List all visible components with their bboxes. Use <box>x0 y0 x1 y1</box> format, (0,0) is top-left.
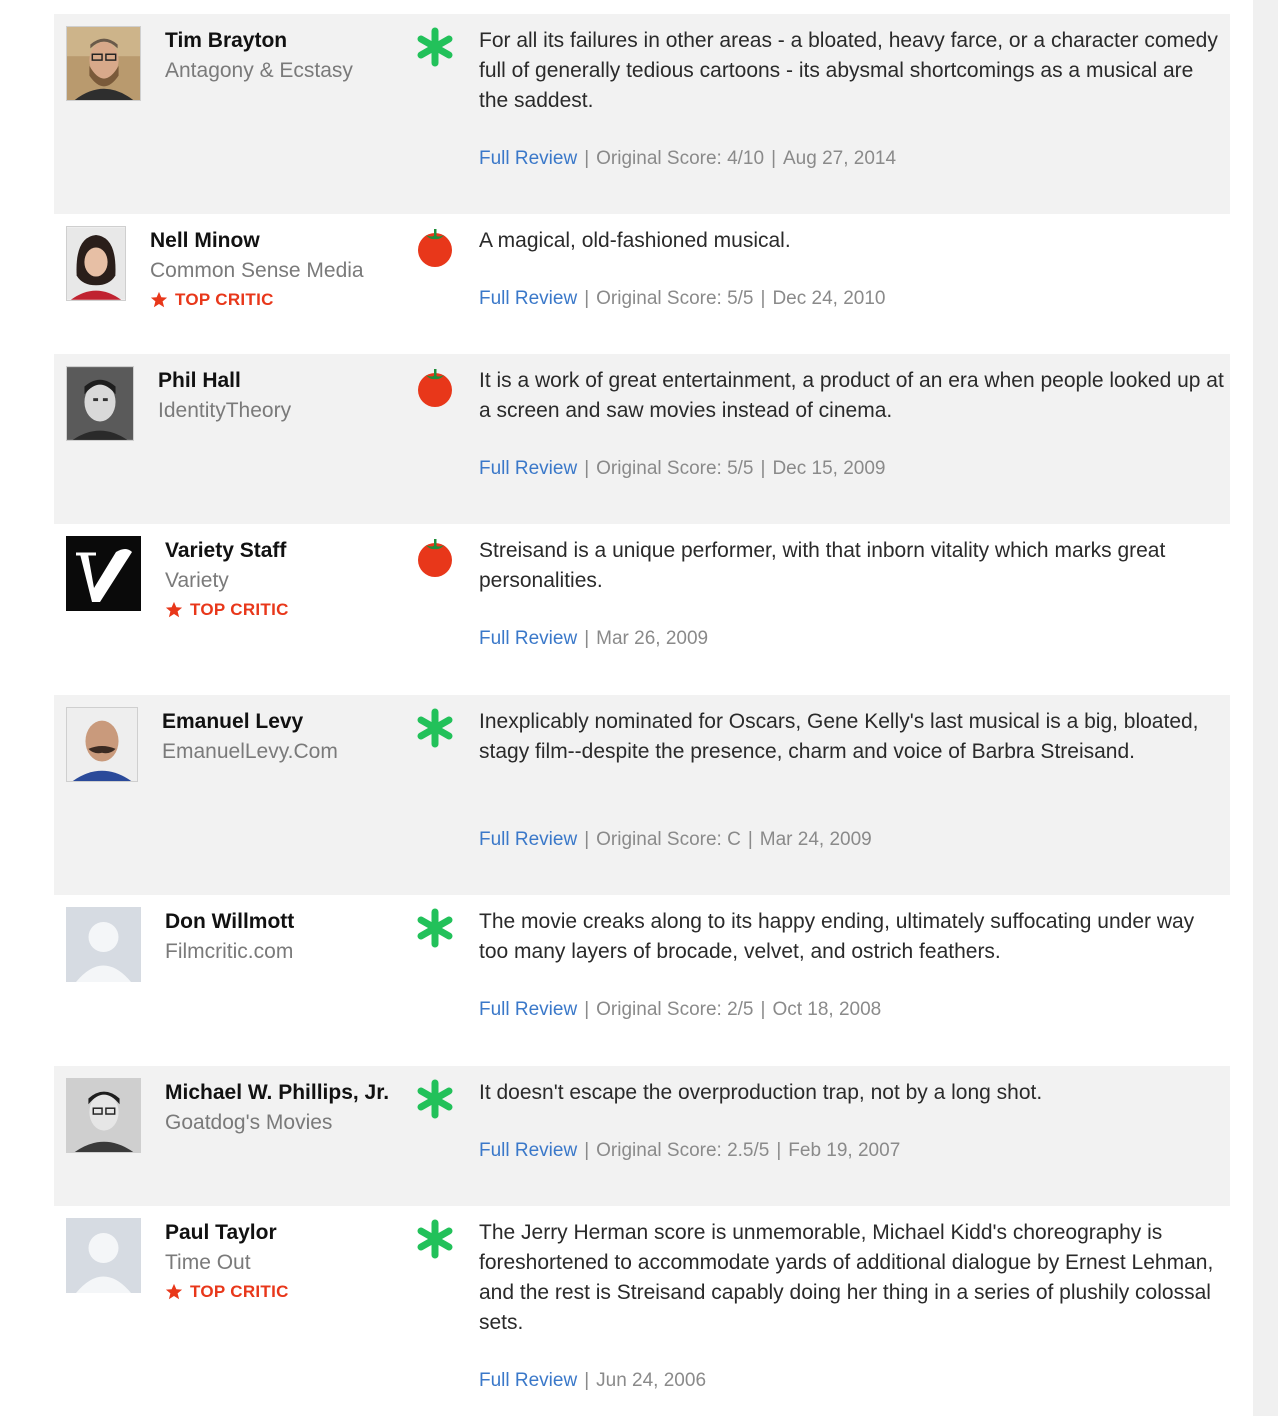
top-critic-badge: TOP CRITIC <box>165 1278 405 1306</box>
review-quote: The movie creaks along to its happy endi… <box>479 910 1195 963</box>
fresh-tomato-icon <box>418 229 452 267</box>
review-row: Paul Taylor Time Out TOP CRITIC The Jerr… <box>54 1206 1230 1406</box>
critic-reviews-list: Tim Brayton Antagony & Ecstasy For all i… <box>54 14 1230 1406</box>
default-avatar[interactable] <box>66 1218 141 1293</box>
original-score: Original Score: 4/10 <box>596 148 765 169</box>
review-date: Aug 27, 2014 <box>783 148 897 169</box>
full-review-link[interactable]: Full Review <box>479 829 577 850</box>
publication-name[interactable]: Antagony & Ecstasy <box>165 56 405 86</box>
rotten-splat-icon <box>417 1219 453 1259</box>
star-icon <box>150 291 168 308</box>
publication-name[interactable]: EmanuelLevy.Com <box>162 737 402 767</box>
review-meta: Full Review | Mar 26, 2009 <box>479 628 709 649</box>
review-date: Dec 24, 2010 <box>772 288 886 309</box>
review-quote: Streisand is a unique performer, with th… <box>479 539 1166 592</box>
review-date: Dec 15, 2009 <box>772 458 886 479</box>
publication-name[interactable]: Common Sense Media <box>150 256 390 286</box>
publication-name[interactable]: Variety <box>165 566 405 596</box>
original-score: Original Score: 2/5 <box>596 999 754 1020</box>
review-quote: It doesn't escape the overproduction tra… <box>479 1081 1043 1104</box>
review-row: Michael W. Phillips, Jr. Goatdog's Movie… <box>54 1066 1230 1206</box>
avatar[interactable] <box>66 226 126 301</box>
critic-name[interactable]: Don Willmott <box>165 907 405 937</box>
full-review-link[interactable]: Full Review <box>479 1370 577 1391</box>
variety-logo[interactable] <box>66 536 141 611</box>
review-quote: The Jerry Herman score is unmemorable, M… <box>479 1221 1214 1334</box>
star-icon <box>165 1283 183 1300</box>
critic-name[interactable]: Variety Staff <box>165 536 405 566</box>
review-meta: Full Review | Jun 24, 2006 <box>479 1370 707 1391</box>
review-meta: Full Review | Original Score: 5/5 | Dec 15, … <box>479 458 886 479</box>
top-critic-label: TOP CRITIC <box>175 290 274 309</box>
full-review-link[interactable]: Full Review <box>479 288 577 309</box>
review-row: Emanuel Levy EmanuelLevy.Com Inexplicabl… <box>54 695 1230 895</box>
original-score: Original Score: C <box>596 829 741 850</box>
avatar[interactable] <box>66 1078 141 1153</box>
top-critic-label: TOP CRITIC <box>190 600 289 619</box>
publication-name[interactable]: Filmcritic.com <box>165 937 405 967</box>
full-review-link[interactable]: Full Review <box>479 999 577 1020</box>
review-date: Mar 24, 2009 <box>759 829 872 850</box>
avatar[interactable] <box>66 366 134 441</box>
top-critic-badge: TOP CRITIC <box>150 286 390 314</box>
review-quote: Inexplicably nominated for Oscars, Gene … <box>479 710 1199 763</box>
rotten-splat-icon <box>417 1079 453 1119</box>
fresh-tomato-icon <box>418 369 452 407</box>
critic-name[interactable]: Michael W. Phillips, Jr. <box>165 1078 405 1108</box>
star-icon <box>165 601 183 618</box>
review-meta: Full Review | Original Score: 2/5 | Oct 18, … <box>479 999 882 1020</box>
full-review-link[interactable]: Full Review <box>479 458 577 479</box>
rotten-splat-icon <box>417 27 453 67</box>
critic-name[interactable]: Tim Brayton <box>165 26 405 56</box>
review-date: Oct 18, 2008 <box>772 999 882 1020</box>
full-review-link[interactable]: Full Review <box>479 628 577 649</box>
rotten-splat-icon <box>417 708 453 748</box>
review-row: Phil Hall IdentityTheory It is a work of… <box>54 354 1230 524</box>
review-date: Jun 24, 2006 <box>596 1370 707 1391</box>
critic-name[interactable]: Phil Hall <box>158 366 398 396</box>
review-row: Don Willmott Filmcritic.com The movie cr… <box>54 895 1230 1066</box>
review-meta: Full Review | Original Score: 4/10 | Aug 27,… <box>479 148 897 169</box>
review-date: Feb 19, 2007 <box>788 1140 901 1161</box>
default-avatar[interactable] <box>66 907 141 982</box>
fresh-tomato-icon <box>418 539 452 577</box>
review-date: Mar 26, 2009 <box>596 628 709 649</box>
original-score: Original Score: 2.5/5 <box>596 1140 770 1161</box>
review-quote: For all its failures in other areas - a … <box>479 29 1218 112</box>
publication-name[interactable]: IdentityTheory <box>158 396 398 426</box>
full-review-link[interactable]: Full Review <box>479 1140 577 1161</box>
review-meta: Full Review | Original Score: C | Mar 24, 20… <box>479 829 872 850</box>
top-critic-badge: TOP CRITIC <box>165 596 405 624</box>
review-meta: Full Review | Original Score: 2.5/5 | Feb 19… <box>479 1140 901 1161</box>
scrollbar-track[interactable] <box>1253 0 1278 1416</box>
original-score: Original Score: 5/5 <box>596 458 754 479</box>
publication-name[interactable]: Goatdog's Movies <box>165 1108 405 1138</box>
review-quote: It is a work of great entertainment, a p… <box>479 369 1224 422</box>
critic-name[interactable]: Nell Minow <box>150 226 390 256</box>
avatar[interactable] <box>66 26 141 101</box>
review-row: Nell Minow Common Sense Media TOP CRITIC… <box>54 214 1230 354</box>
review-meta: Full Review | Original Score: 5/5 | Dec 24, … <box>479 288 886 309</box>
full-review-link[interactable]: Full Review <box>479 148 577 169</box>
review-row: Tim Brayton Antagony & Ecstasy For all i… <box>54 14 1230 214</box>
rotten-splat-icon <box>417 908 453 948</box>
review-quote: A magical, old-fashioned musical. <box>479 229 791 252</box>
review-row: Variety Staff Variety TOP CRITIC Streisa… <box>54 524 1230 695</box>
original-score: Original Score: 5/5 <box>596 288 754 309</box>
critic-name[interactable]: Emanuel Levy <box>162 707 402 737</box>
critic-name[interactable]: Paul Taylor <box>165 1218 405 1248</box>
publication-name[interactable]: Time Out <box>165 1248 405 1278</box>
top-critic-label: TOP CRITIC <box>190 1282 289 1301</box>
avatar[interactable] <box>66 707 138 782</box>
